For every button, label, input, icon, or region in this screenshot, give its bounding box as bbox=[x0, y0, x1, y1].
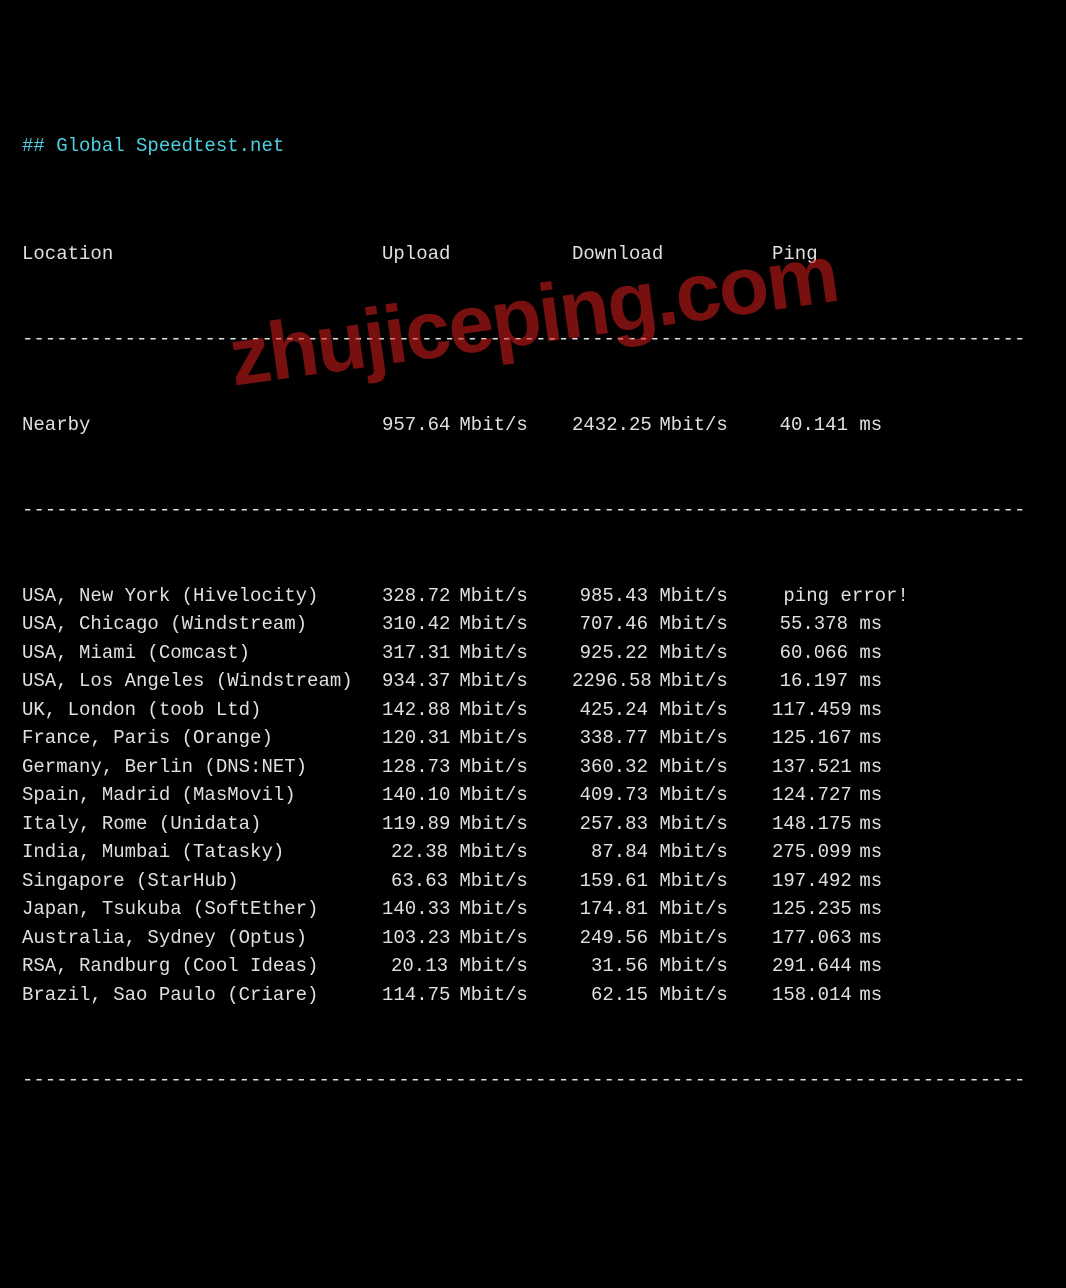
row-download: 174.81 Mbit/s bbox=[572, 895, 772, 924]
table-row: Spain, Madrid (MasMovil)140.10 Mbit/s409… bbox=[22, 781, 1044, 810]
row-ping: 291.644 ms bbox=[772, 952, 882, 981]
row-location: Germany, Berlin (DNS:NET) bbox=[22, 753, 382, 782]
row-download: 707.46 Mbit/s bbox=[572, 610, 772, 639]
nearby-row: Nearby957.64 Mbit/s2432.25 Mbit/s40.141 … bbox=[22, 411, 1044, 440]
row-location: Japan, Tsukuba (SoftEther) bbox=[22, 895, 382, 924]
table-row: Germany, Berlin (DNS:NET)128.73 Mbit/s36… bbox=[22, 753, 1044, 782]
row-ping: 55.378 ms bbox=[772, 610, 882, 639]
table-row: Italy, Rome (Unidata)119.89 Mbit/s257.83… bbox=[22, 810, 1044, 839]
row-location: Australia, Sydney (Optus) bbox=[22, 924, 382, 953]
row-ping: 137.521 ms bbox=[772, 753, 882, 782]
table-row: Brazil, Sao Paulo (Criare)114.75 Mbit/s6… bbox=[22, 981, 1044, 1010]
row-upload: 114.75 Mbit/s bbox=[382, 981, 572, 1010]
row-download: 62.15 Mbit/s bbox=[572, 981, 772, 1010]
row-ping: 177.063 ms bbox=[772, 924, 882, 953]
row-download: 31.56 Mbit/s bbox=[572, 952, 772, 981]
row-upload: 103.23 Mbit/s bbox=[382, 924, 572, 953]
row-download: 409.73 Mbit/s bbox=[572, 781, 772, 810]
row-download: 249.56 Mbit/s bbox=[572, 924, 772, 953]
table-row: UK, London (toob Ltd)142.88 Mbit/s425.24… bbox=[22, 696, 1044, 725]
row-upload: 22.38 Mbit/s bbox=[382, 838, 572, 867]
row-location: France, Paris (Orange) bbox=[22, 724, 382, 753]
row-ping: 197.492 ms bbox=[772, 867, 882, 896]
row-download: 925.22 Mbit/s bbox=[572, 639, 772, 668]
nearby-upload: 957.64 Mbit/s bbox=[382, 411, 572, 440]
row-upload: 328.72 Mbit/s bbox=[382, 582, 572, 611]
row-download: 159.61 Mbit/s bbox=[572, 867, 772, 896]
row-location: USA, New York (Hivelocity) bbox=[22, 582, 382, 611]
table-row: USA, Miami (Comcast)317.31 Mbit/s925.22 … bbox=[22, 639, 1044, 668]
row-ping: 275.099 ms bbox=[772, 838, 882, 867]
divider-line: ----------------------------------------… bbox=[22, 496, 1044, 525]
table-row: USA, Los Angeles (Windstream)934.37 Mbit… bbox=[22, 667, 1044, 696]
row-location: UK, London (toob Ltd) bbox=[22, 696, 382, 725]
table-row: Australia, Sydney (Optus)103.23 Mbit/s24… bbox=[22, 924, 1044, 953]
header-ping: Ping bbox=[772, 240, 818, 269]
row-upload: 142.88 Mbit/s bbox=[382, 696, 572, 725]
table-row: USA, New York (Hivelocity)328.72 Mbit/s9… bbox=[22, 582, 1044, 611]
header-upload: Upload bbox=[382, 240, 572, 269]
nearby-ping: 40.141 ms bbox=[772, 411, 882, 440]
table-row: India, Mumbai (Tatasky)22.38 Mbit/s87.84… bbox=[22, 838, 1044, 867]
row-location: USA, Chicago (Windstream) bbox=[22, 610, 382, 639]
table-row: RSA, Randburg (Cool Ideas)20.13 Mbit/s31… bbox=[22, 952, 1044, 981]
row-ping: ping error! bbox=[772, 582, 909, 611]
row-download: 257.83 Mbit/s bbox=[572, 810, 772, 839]
row-download: 87.84 Mbit/s bbox=[572, 838, 772, 867]
row-upload: 120.31 Mbit/s bbox=[382, 724, 572, 753]
row-upload: 317.31 Mbit/s bbox=[382, 639, 572, 668]
row-ping: 125.167 ms bbox=[772, 724, 882, 753]
table-row: Singapore (StarHub)63.63 Mbit/s159.61 Mb… bbox=[22, 867, 1044, 896]
row-location: USA, Miami (Comcast) bbox=[22, 639, 382, 668]
divider-line: ----------------------------------------… bbox=[22, 1066, 1044, 1095]
row-download: 985.43 Mbit/s bbox=[572, 582, 772, 611]
row-ping: 158.014 ms bbox=[772, 981, 882, 1010]
row-download: 360.32 Mbit/s bbox=[572, 753, 772, 782]
row-upload: 140.10 Mbit/s bbox=[382, 781, 572, 810]
row-location: Spain, Madrid (MasMovil) bbox=[22, 781, 382, 810]
row-upload: 63.63 Mbit/s bbox=[382, 867, 572, 896]
row-upload: 128.73 Mbit/s bbox=[382, 753, 572, 782]
row-upload: 934.37 Mbit/s bbox=[382, 667, 572, 696]
results-list: USA, New York (Hivelocity)328.72 Mbit/s9… bbox=[22, 582, 1044, 1010]
section-title: ## Global Speedtest.net bbox=[22, 132, 1044, 161]
row-upload: 20.13 Mbit/s bbox=[382, 952, 572, 981]
header-location: Location bbox=[22, 240, 382, 269]
row-ping: 60.066 ms bbox=[772, 639, 882, 668]
nearby-location: Nearby bbox=[22, 411, 382, 440]
table-row: France, Paris (Orange)120.31 Mbit/s338.7… bbox=[22, 724, 1044, 753]
table-row: Japan, Tsukuba (SoftEther)140.33 Mbit/s1… bbox=[22, 895, 1044, 924]
row-location: Singapore (StarHub) bbox=[22, 867, 382, 896]
header-download: Download bbox=[572, 240, 772, 269]
row-ping: 117.459 ms bbox=[772, 696, 882, 725]
row-location: USA, Los Angeles (Windstream) bbox=[22, 667, 382, 696]
row-location: Brazil, Sao Paulo (Criare) bbox=[22, 981, 382, 1010]
row-upload: 140.33 Mbit/s bbox=[382, 895, 572, 924]
table-row: USA, Chicago (Windstream)310.42 Mbit/s70… bbox=[22, 610, 1044, 639]
row-upload: 310.42 Mbit/s bbox=[382, 610, 572, 639]
table-header: LocationUploadDownloadPing bbox=[22, 240, 1044, 269]
divider-line: ----------------------------------------… bbox=[22, 325, 1044, 354]
row-location: India, Mumbai (Tatasky) bbox=[22, 838, 382, 867]
row-download: 2296.58 Mbit/s bbox=[572, 667, 772, 696]
row-ping: 148.175 ms bbox=[772, 810, 882, 839]
row-ping: 16.197 ms bbox=[772, 667, 882, 696]
row-ping: 125.235 ms bbox=[772, 895, 882, 924]
row-upload: 119.89 Mbit/s bbox=[382, 810, 572, 839]
row-location: Italy, Rome (Unidata) bbox=[22, 810, 382, 839]
row-location: RSA, Randburg (Cool Ideas) bbox=[22, 952, 382, 981]
nearby-download: 2432.25 Mbit/s bbox=[572, 411, 772, 440]
row-download: 338.77 Mbit/s bbox=[572, 724, 772, 753]
row-ping: 124.727 ms bbox=[772, 781, 882, 810]
row-download: 425.24 Mbit/s bbox=[572, 696, 772, 725]
